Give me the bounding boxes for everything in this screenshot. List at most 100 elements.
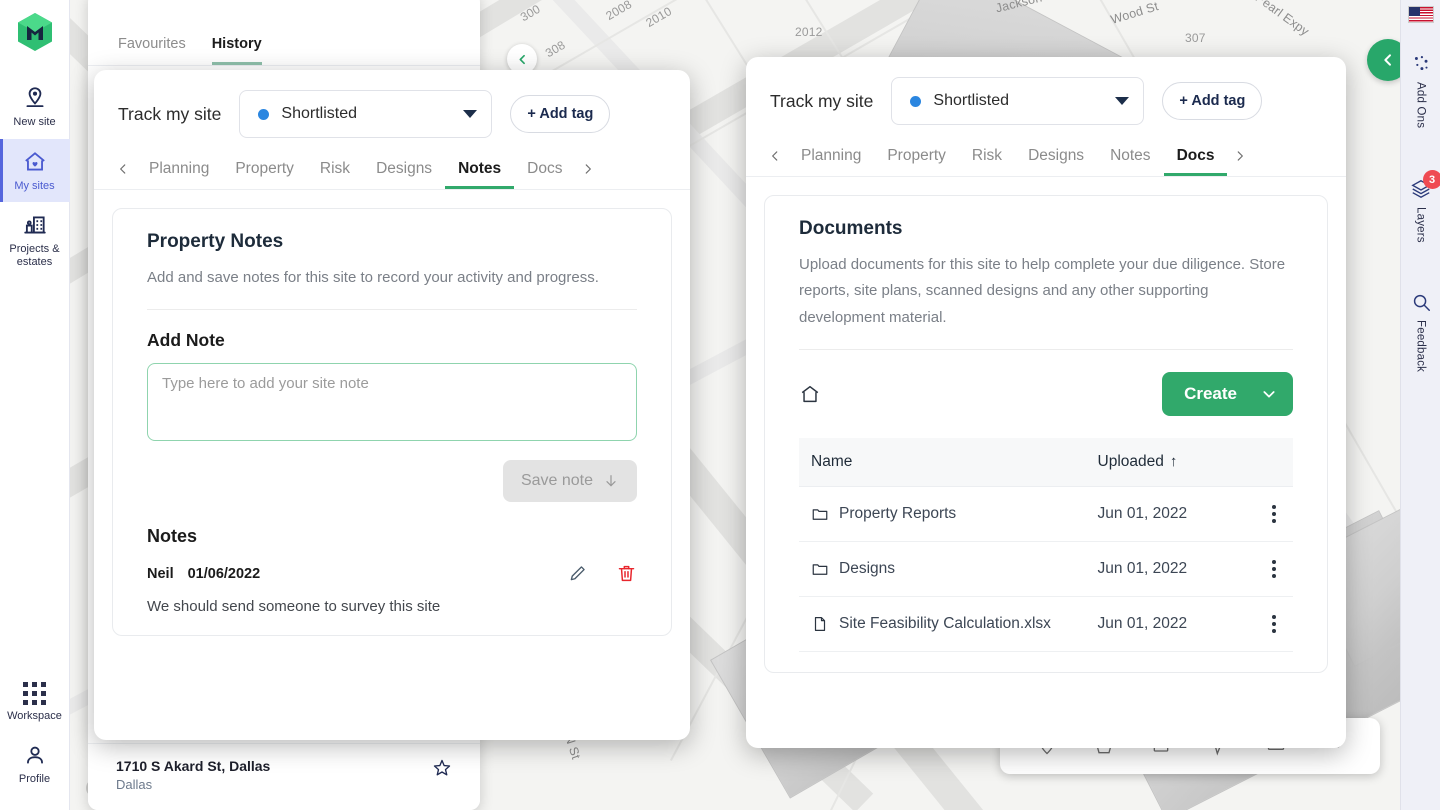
right-sidebar-item-label: Layers [1415, 207, 1427, 243]
documents-table-body: Property Reports Jun 01, 2022 [799, 486, 1293, 651]
note-meta: Neil 01/06/2022 [147, 563, 637, 584]
tab-favourites[interactable]: Favourites [118, 36, 186, 65]
row-menu-button[interactable] [1256, 560, 1293, 578]
tabs-scroll-right-button[interactable] [1227, 149, 1253, 175]
column-header-name[interactable]: Name [799, 438, 1086, 487]
trash-icon[interactable] [616, 563, 637, 584]
tab-notes[interactable]: Notes [445, 160, 514, 189]
card-title: Property Notes [147, 231, 637, 253]
cell-uploaded: Jun 01, 2022 [1086, 596, 1244, 651]
note-body: We should send someone to survey this si… [147, 598, 637, 615]
document-name[interactable]: Site Feasibility Calculation.xlsx [811, 615, 1086, 633]
documents-table-head: Name Uploaded↑ [799, 438, 1293, 487]
arrow-down-icon [603, 473, 619, 489]
pencil-icon[interactable] [567, 563, 588, 584]
right-sidebar-item-add-ons[interactable]: Add Ons [1410, 53, 1432, 128]
map-label: 2012 [795, 25, 823, 39]
right-sidebar-item-feedback[interactable]: Feedback [1410, 291, 1432, 372]
cell-name: Property Reports [799, 486, 1086, 541]
sidebar-item-my-sites[interactable]: My sites [0, 139, 70, 203]
sidebar-item-label: Profile [19, 773, 50, 786]
site-detail-panel-notes: Track my site Shortlisted + Add tag Plan… [94, 70, 690, 740]
chevron-left-icon [768, 149, 782, 163]
right-sidebar-item-layers[interactable]: 3 Layers [1410, 178, 1432, 243]
site-list-item-text: 1710 S Akard St, Dallas Dallas [116, 758, 270, 792]
tab-docs[interactable]: Docs [1164, 147, 1228, 176]
card-divider [147, 309, 637, 310]
cell-name: Site Feasibility Calculation.xlsx [799, 596, 1086, 651]
row-menu-button[interactable] [1256, 615, 1293, 633]
row-menu-button[interactable] [1256, 505, 1293, 523]
tab-planning[interactable]: Planning [136, 160, 222, 189]
status-dot-icon [258, 109, 269, 120]
tabs-scroll-left-button[interactable] [762, 149, 788, 175]
tab-planning[interactable]: Planning [788, 147, 874, 176]
layers-icon: 3 [1410, 178, 1432, 200]
sidebar-item-label: New site [13, 116, 55, 129]
card-title: Documents [799, 218, 1293, 240]
notes-panel-tabs: Planning Property Risk Designs Notes Doc… [94, 138, 690, 190]
docs-panel-header: Track my site Shortlisted + Add tag [746, 57, 1346, 125]
tabs-scroll-right-button[interactable] [575, 162, 601, 188]
status-value: Shortlisted [933, 92, 1103, 110]
sidebar-item-profile[interactable]: Profile [0, 732, 70, 796]
documents-table: Name Uploaded↑ [799, 438, 1293, 652]
app-logo[interactable] [16, 12, 54, 57]
card-divider [799, 349, 1293, 350]
site-list-item[interactable]: 1710 S Akard St, Dallas Dallas [88, 743, 480, 810]
document-name[interactable]: Property Reports [811, 505, 1086, 523]
save-note-button[interactable]: Save note [503, 460, 637, 502]
sidebar-item-projects-estates[interactable]: Projects & estates [0, 202, 70, 278]
tab-designs[interactable]: Designs [1015, 147, 1097, 176]
card-subtitle: Add and save notes for this site to reco… [147, 265, 637, 291]
right-sidebar-item-label: Feedback [1415, 320, 1427, 372]
user-icon [22, 742, 48, 768]
file-icon [811, 615, 829, 633]
add-tag-button[interactable]: + Add tag [1162, 82, 1262, 120]
cell-uploaded: Jun 01, 2022 [1086, 541, 1244, 596]
table-row[interactable]: Property Reports Jun 01, 2022 [799, 486, 1293, 541]
tab-property[interactable]: Property [222, 160, 307, 189]
cell-menu [1244, 541, 1293, 596]
column-header-menu [1244, 438, 1293, 487]
create-button[interactable]: Create [1162, 372, 1293, 416]
sidebar-item-new-site[interactable]: New site [0, 75, 70, 139]
property-notes-card: Property Notes Add and save notes for th… [112, 208, 672, 636]
sidebar-item-label: Workspace [7, 710, 62, 723]
sparkle-dots-icon [1410, 53, 1432, 75]
table-row[interactable]: Site Feasibility Calculation.xlsx Jun 01… [799, 596, 1293, 651]
us-flag-icon[interactable] [1408, 6, 1434, 23]
add-tag-button[interactable]: + Add tag [510, 95, 610, 133]
folder-icon [811, 505, 829, 523]
home-icon[interactable] [799, 383, 821, 405]
cell-name: Designs [799, 541, 1086, 596]
chevron-down-icon [1115, 97, 1129, 105]
panel-title: Track my site [118, 104, 221, 125]
notes-panel-header: Track my site Shortlisted + Add tag [94, 70, 690, 138]
document-name-label: Designs [839, 560, 895, 578]
list-panel-divider [88, 65, 480, 66]
tab-history[interactable]: History [212, 36, 262, 65]
sidebar-item-workspace[interactable]: Workspace [0, 672, 70, 733]
document-name-label: Property Reports [839, 505, 956, 523]
medla-hex-logo-icon [16, 12, 54, 52]
note-input[interactable] [147, 363, 637, 441]
tab-risk[interactable]: Risk [959, 147, 1015, 176]
status-select[interactable]: Shortlisted [891, 77, 1144, 125]
chevron-right-icon [581, 162, 595, 176]
column-header-uploaded[interactable]: Uploaded↑ [1086, 438, 1244, 487]
table-row[interactable]: Designs Jun 01, 2022 [799, 541, 1293, 596]
tab-risk[interactable]: Risk [307, 160, 363, 189]
tabs-scroll-left-button[interactable] [110, 162, 136, 188]
star-outline-icon[interactable] [432, 758, 452, 778]
tab-notes[interactable]: Notes [1097, 147, 1164, 176]
table-header-row: Name Uploaded↑ [799, 438, 1293, 487]
tab-docs[interactable]: Docs [514, 160, 575, 189]
tab-designs[interactable]: Designs [363, 160, 445, 189]
column-header-uploaded-label: Uploaded [1098, 453, 1164, 470]
tab-property[interactable]: Property [874, 147, 959, 176]
status-select[interactable]: Shortlisted [239, 90, 492, 138]
chevron-down-icon [1261, 386, 1277, 402]
document-name-label: Site Feasibility Calculation.xlsx [839, 615, 1051, 633]
document-name[interactable]: Designs [811, 560, 1086, 578]
